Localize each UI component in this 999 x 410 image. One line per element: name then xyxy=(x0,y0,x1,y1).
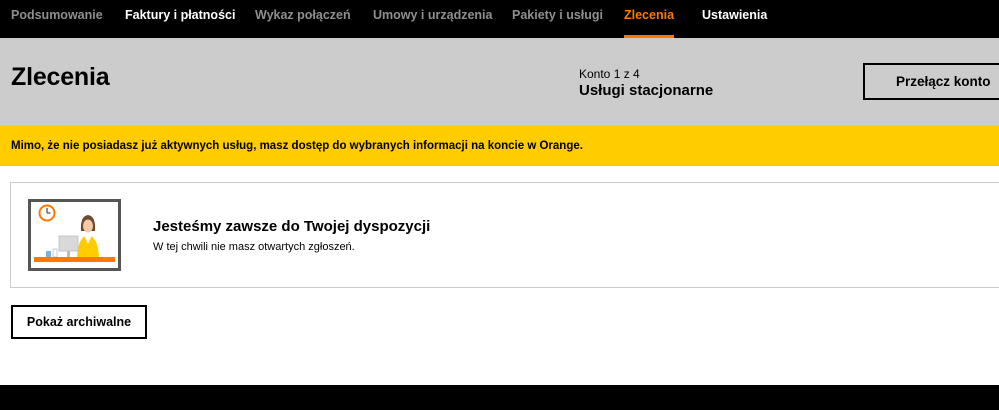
card-subtitle: W tej chwili nie masz otwartych zgłoszeń… xyxy=(153,241,355,253)
info-banner: Mimo, że nie posiadasz już aktywnych usł… xyxy=(0,126,999,166)
nav-item-settings[interactable]: Ustawienia xyxy=(702,0,767,38)
nav-item-call-list[interactable]: Wykaz połączeń xyxy=(255,0,351,38)
switch-account-button[interactable]: Przełącz konto xyxy=(863,63,999,100)
support-card: Jesteśmy zawsze do Twojej dyspozycji W t… xyxy=(10,182,999,288)
nav-item-packages[interactable]: Pakiety i usługi xyxy=(512,0,603,38)
show-archive-button[interactable]: Pokaż archiwalne xyxy=(11,305,147,339)
top-navigation: Podsumowanie Faktury i płatności Wykaz p… xyxy=(0,0,999,38)
account-counter: Konto 1 z 4 xyxy=(579,67,640,81)
nav-item-summary[interactable]: Podsumowanie xyxy=(11,0,103,38)
banner-text: Mimo, że nie posiadasz już aktywnych usł… xyxy=(11,140,583,152)
account-name: Usługi stacjonarne xyxy=(579,82,714,99)
page-footer xyxy=(0,385,999,410)
nav-item-orders[interactable]: Zlecenia xyxy=(624,0,675,38)
nav-item-invoices[interactable]: Faktury i płatności xyxy=(125,0,235,38)
card-title: Jesteśmy zawsze do Twojej dyspozycji xyxy=(153,218,431,235)
page-header: Zlecenia Konto 1 z 4 Usługi stacjonarne … xyxy=(0,38,999,126)
support-agent-illustration-icon xyxy=(28,199,121,271)
page-title: Zlecenia xyxy=(11,63,110,91)
nav-item-contracts[interactable]: Umowy i urządzenia xyxy=(373,0,492,38)
